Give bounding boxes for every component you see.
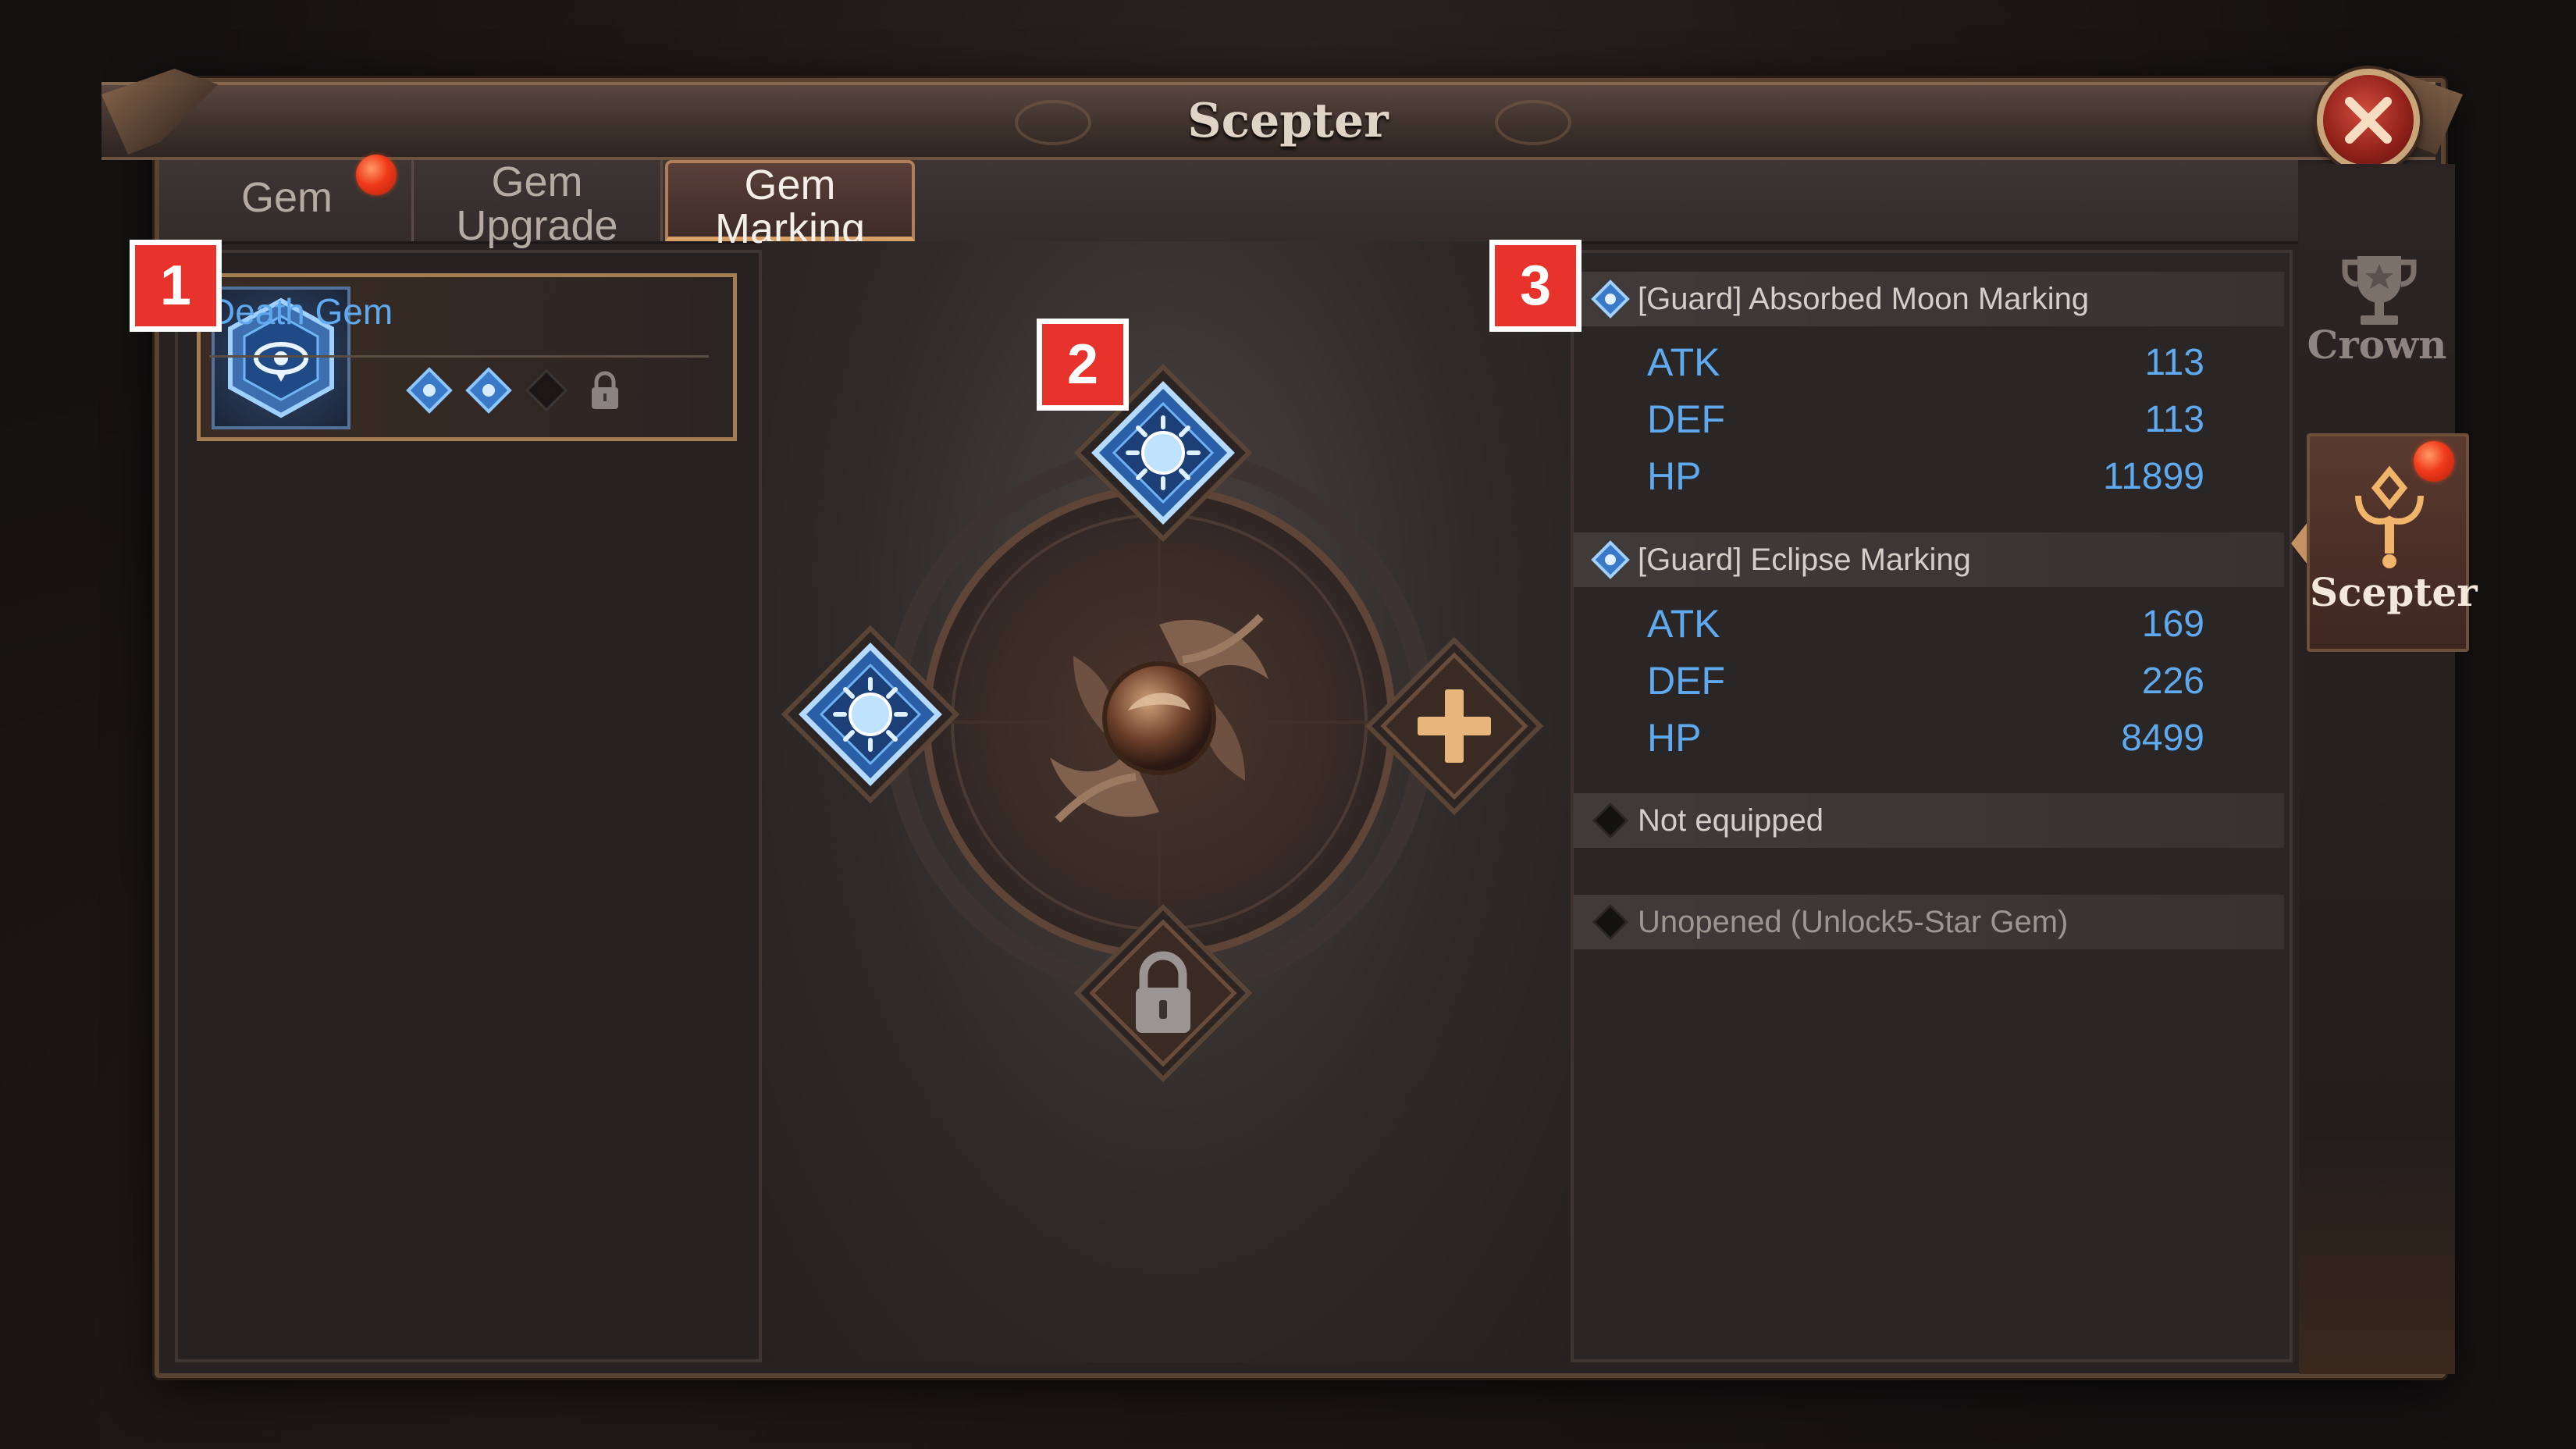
game-screen: Scepter Gem Gem Upgrade Gem Marking Deat… — [0, 0, 2576, 1449]
title-flourish-left — [1015, 100, 1091, 145]
bottom-marking-socket[interactable] — [1073, 903, 1253, 1083]
stat-value: 169 — [2141, 603, 2204, 645]
scepter-icon — [2355, 465, 2424, 568]
phoenix-emblem-icon — [1050, 614, 1268, 823]
title-flourish-right — [1495, 100, 1571, 145]
callout-1: 1 — [130, 240, 222, 332]
stat-label: HP — [1647, 716, 1702, 760]
tab-gem-upgrade-label: Gem Upgrade — [456, 158, 618, 249]
stat-group-header: Unopened (Unlock5-Star Gem) — [1574, 895, 2284, 949]
stat-label: ATK — [1647, 602, 1720, 646]
blue-sun-gem-icon — [833, 677, 908, 752]
slot-locked-icon — [592, 371, 618, 409]
stat-label: DEF — [1647, 659, 1725, 703]
empty-gem-bullet-icon — [1592, 802, 1629, 839]
side-nav-item-crown[interactable]: Crown — [2303, 250, 2451, 383]
callout-2: 2 — [1037, 319, 1129, 411]
stat-label: DEF — [1647, 397, 1725, 441]
slot-empty-icon — [525, 368, 568, 412]
stat-group-title: Not equipped — [1638, 803, 1823, 838]
stat-group-title: Unopened (Unlock5-Star Gem) — [1638, 905, 2069, 939]
stat-value: 113 — [2144, 342, 2204, 383]
page-title: Scepter — [1187, 94, 1389, 148]
side-nav-scepter-label: Scepter — [2310, 569, 2478, 615]
right-marking-socket[interactable] — [1364, 636, 1544, 816]
tab-gem-notification-dot — [356, 155, 397, 195]
stat-value: 11899 — [2103, 456, 2204, 497]
side-nav-scepter-notification-dot — [2414, 441, 2454, 482]
callout-3: 3 — [1489, 240, 1582, 332]
close-x-icon — [2345, 97, 2392, 144]
stat-group-title: [Guard] Eclipse Marking — [1638, 543, 1971, 577]
tab-gem-marking[interactable]: Gem Marking — [665, 160, 915, 251]
slot-filled-blue-icon — [465, 367, 512, 414]
gem-card-divider — [209, 355, 709, 358]
stat-label: HP — [1647, 454, 1702, 498]
left-marking-socket[interactable] — [781, 625, 960, 804]
stat-label: ATK — [1647, 340, 1720, 384]
empty-gem-bullet-icon — [1592, 903, 1629, 941]
side-nav-crown-label: Crown — [2307, 322, 2447, 368]
blue-sun-gem-icon — [1126, 415, 1201, 490]
blue-gem-bullet-icon — [1591, 540, 1630, 579]
stat-value: 226 — [2141, 660, 2204, 702]
stat-group-title: [Guard] Absorbed Moon Marking — [1638, 282, 2090, 316]
stat-value: 8499 — [2121, 717, 2204, 759]
blue-gem-bullet-icon — [1591, 279, 1630, 319]
tab-gem-marking-label: Gem Marking — [714, 162, 866, 252]
stat-value: 113 — [2144, 399, 2204, 440]
stat-group-header: [Guard] Eclipse Marking — [1574, 532, 2284, 587]
stat-group-header: Not equipped — [1574, 793, 2284, 848]
slot-filled-blue-icon — [406, 367, 453, 414]
stat-group-header: [Guard] Absorbed Moon Marking — [1574, 272, 2284, 326]
tab-gem-upgrade[interactable]: Gem Upgrade — [411, 160, 663, 247]
gem-name: Death Gem — [209, 291, 393, 332]
close-button[interactable] — [2317, 69, 2420, 172]
